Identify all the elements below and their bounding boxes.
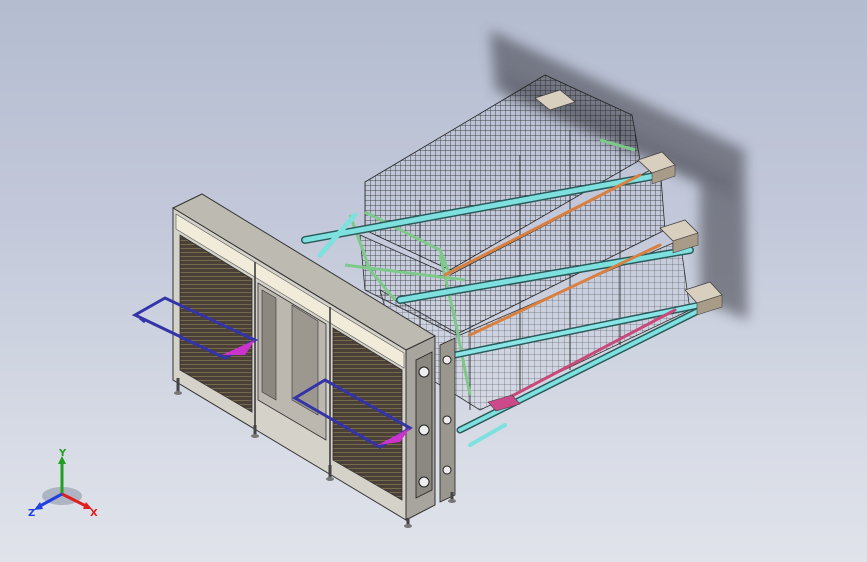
axis-triad: Y X Z (28, 448, 98, 519)
y-axis-label: Y (58, 448, 67, 459)
x-axis-label: X (90, 508, 98, 519)
z-axis-arrow-icon (34, 502, 43, 510)
model-canvas[interactable] (0, 0, 867, 562)
cad-viewport[interactable]: Y X Z (0, 0, 867, 562)
z-axis-label: Z (28, 508, 35, 519)
